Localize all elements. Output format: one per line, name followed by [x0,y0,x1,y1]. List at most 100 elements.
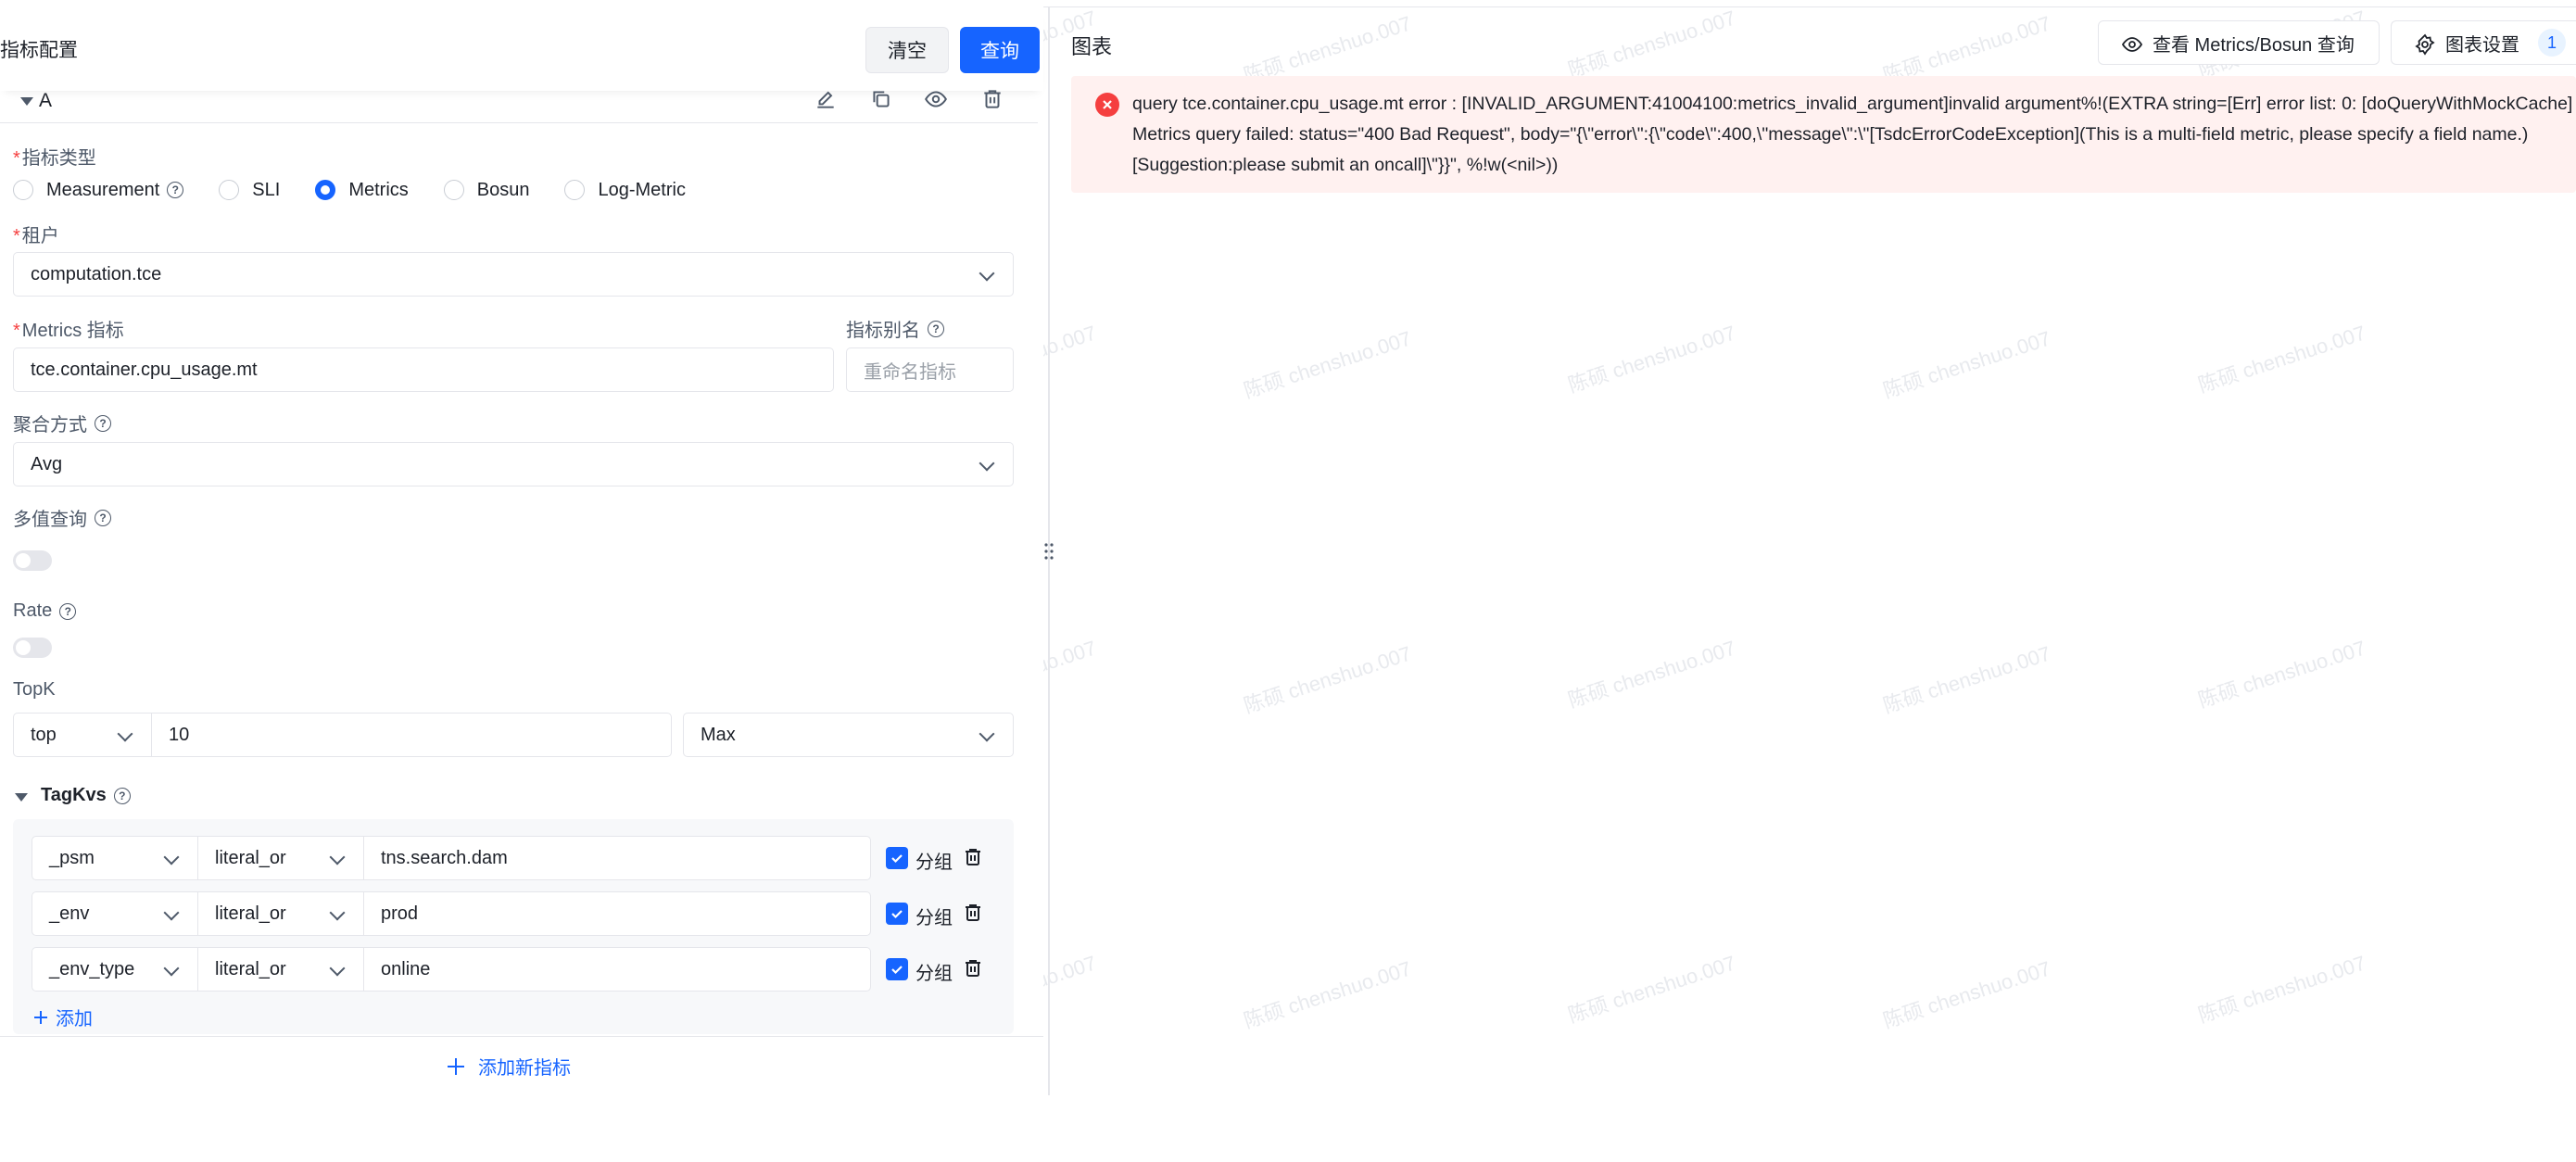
metric-name-value: tce.container.cpu_usage.mt [31,359,258,380]
topk-value-input[interactable]: 10 [151,713,672,757]
panel-header: 指标配置 清空 查询 [0,9,1043,91]
metric-section-header[interactable]: A [0,86,1038,123]
alias-input[interactable]: 重命名指标 [846,347,1014,392]
topk-label: TopK [13,679,56,700]
radio-log-metric[interactable]: Log-Metric [564,179,686,201]
chevron-down-icon [163,960,180,977]
eye-icon[interactable] [924,87,948,116]
chevron-down-icon [163,849,180,865]
tag-op-value: literal_or [215,958,286,979]
group-checkbox[interactable] [886,903,908,925]
clear-button[interactable]: 清空 [865,27,949,73]
help-icon[interactable]: ? [95,414,111,432]
check-icon [891,966,903,975]
tag-op-select[interactable]: literal_or [197,891,364,936]
radio-measurement[interactable]: Measurement? [13,179,184,201]
group-checkbox[interactable] [886,847,908,869]
chart-settings-label: 图表设置 [2445,34,2519,56]
rate-switch[interactable] [13,638,52,658]
tag-value: prod [381,903,419,924]
help-icon[interactable]: ? [59,602,77,620]
tag-key-value: _env_type [49,958,135,979]
tag-key-select[interactable]: _psm [32,836,198,880]
tenant-label: * 租户 [13,226,59,246]
radio-sli[interactable]: SLI [219,180,280,201]
tag-op-select[interactable]: literal_or [197,836,364,880]
metric-type-label: * 指标类型 [13,148,96,169]
tag-key-select[interactable]: _env [32,891,198,936]
rate-label: Rate? [13,600,77,622]
aggregation-select[interactable]: Avg [13,442,1014,486]
group-label: 分组 [915,908,953,928]
tenant-select[interactable]: computation.tce [13,252,1014,297]
resize-handle-icon[interactable] [1043,542,1054,561]
topk-func-select[interactable]: Max [683,713,1014,757]
add-tag-button[interactable]: 添加 [32,1004,93,1030]
check-icon [891,854,903,864]
error-message-line: query tce.container.cpu_usage.mt error :… [1132,94,2573,114]
watermark-text: 陈硕 chenshuo.007 [1880,641,2054,718]
topk-mode-value: top [31,724,57,745]
group-checkbox[interactable] [886,958,908,980]
tag-op-select[interactable]: literal_or [197,947,364,991]
tag-key-value: _env [49,903,90,924]
watermark-text: 陈硕 chenshuo.007 [1565,636,1739,713]
radio-bosun[interactable]: Bosun [443,180,529,201]
chevron-down-icon [329,849,346,865]
topk-mode-select[interactable]: top [13,713,152,757]
footer-bar: 添加新指标 [0,1036,1043,1095]
copy-icon[interactable] [869,87,893,116]
radio-dot [315,180,336,200]
tag-value-input[interactable]: prod [363,891,871,936]
settings-count-badge: 1 [2538,29,2566,57]
query-button[interactable]: 查询 [960,27,1040,73]
delete-icon[interactable] [962,902,984,928]
tag-value-input[interactable]: online [363,947,871,991]
chevron-down-icon [979,265,995,282]
chevron-down-icon [329,960,346,977]
help-icon[interactable]: ? [95,509,111,526]
delete-icon[interactable] [962,846,984,873]
metric-name-input[interactable]: tce.container.cpu_usage.mt [13,347,834,392]
help-icon[interactable]: ? [113,787,131,804]
plus-icon [448,1057,464,1075]
watermark-text: 陈硕 chenshuo.007 [1241,326,1415,403]
gear-icon [2414,33,2436,61]
add-metric-label: 添加新指标 [478,1058,571,1079]
multi-value-label: 多值查询? [13,504,111,531]
radio-dot [219,180,240,200]
view-query-button[interactable]: 查看 Metrics/Bosun 查询 [2098,20,2380,65]
metric-config-panel: 指标配置 清空 查询 A * 指标类型 Measurement? SLI Metr… [0,0,1043,1095]
tagkvs-collapse-icon[interactable] [15,793,28,802]
section-name: A [39,90,53,111]
panel-title: 指标配置 [0,40,78,61]
chevron-down-icon [979,455,995,472]
edit-icon[interactable] [814,87,838,116]
watermark-text: 陈硕 chenshuo.007 [1565,6,1739,82]
collapse-caret-icon[interactable] [20,97,33,106]
view-query-label: 查看 Metrics/Bosun 查询 [2153,34,2355,56]
radio-label: Log-Metric [598,179,686,200]
help-icon[interactable]: ? [928,320,944,337]
radio-dot [13,180,33,200]
tenant-value: computation.tce [31,263,162,284]
add-metric-button[interactable]: 添加新指标 [445,1053,571,1080]
tag-value-input[interactable]: tns.search.dam [363,836,871,880]
multi-value-switch[interactable] [13,550,52,571]
watermark-text: 陈硕 chenshuo.007 [1241,641,1415,718]
tag-key-select[interactable]: _env_type [32,947,198,991]
add-tag-label: 添加 [56,1009,93,1029]
radio-metrics[interactable]: Metrics [315,180,409,201]
tag-op-value: literal_or [215,903,286,924]
radio-dot [564,180,586,200]
group-label: 分组 [915,964,953,984]
watermark-text: 陈硕 chenshuo.007 [1880,956,2054,1033]
delete-icon[interactable] [980,87,1004,116]
chart-settings-button[interactable]: 图表设置 1 [2391,20,2576,65]
watermark-text: 陈硕 chenshuo.007 [1880,326,2054,403]
help-icon[interactable]: ? [167,182,184,198]
radio-label: Measurement [46,179,160,200]
chevron-down-icon [163,904,180,921]
delete-icon[interactable] [962,957,984,984]
eye-icon [2121,33,2143,61]
